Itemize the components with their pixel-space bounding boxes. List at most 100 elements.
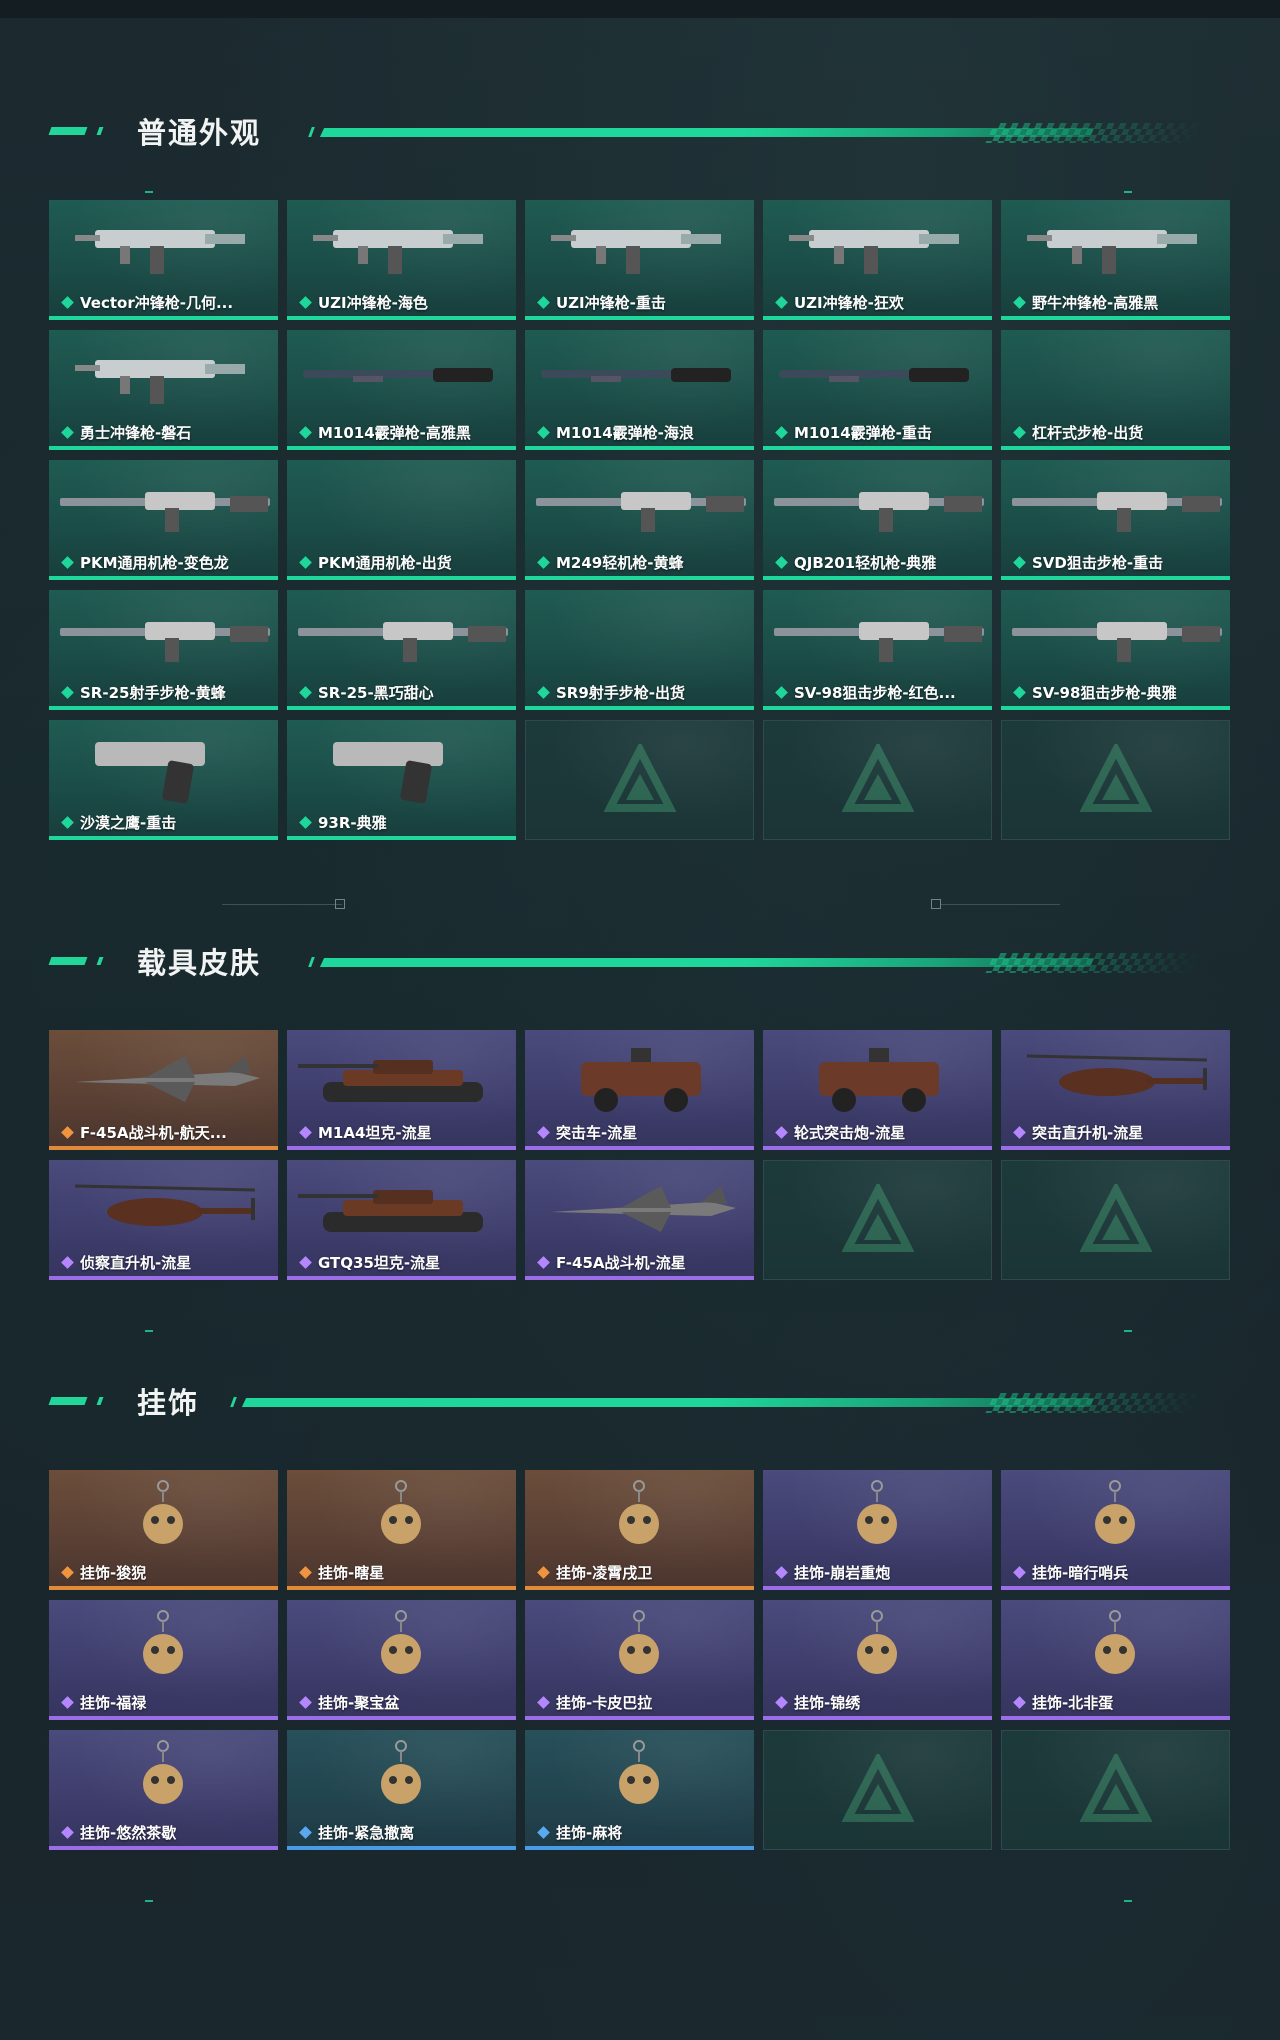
item-card[interactable]: Vector冲锋枪-几何...: [49, 200, 278, 320]
item-card[interactable]: 勇士冲锋枪-磐石: [49, 330, 278, 450]
item-card[interactable]: 突击直升机-流星: [1001, 1030, 1230, 1150]
item-card[interactable]: 挂饰-悠然茶歇: [49, 1730, 278, 1850]
item-name: 轮式突击炮-流星: [794, 1123, 906, 1142]
item-card[interactable]: UZI冲锋枪-重击: [525, 200, 754, 320]
header-accent-bar: [96, 127, 104, 135]
item-label-row: 野牛冲锋枪-高雅黑: [1001, 291, 1230, 313]
item-card[interactable]: 挂饰-福禄: [49, 1600, 278, 1720]
item-card[interactable]: 杠杆式步枪-出货: [1001, 330, 1230, 450]
rarity-diamond-icon: [61, 1125, 74, 1139]
item-name: SV-98狙击步枪-红色...: [794, 683, 956, 702]
header-checker-pattern: [985, 953, 1205, 973]
item-card[interactable]: UZI冲锋枪-海色: [287, 200, 516, 320]
header-tick: [308, 127, 315, 137]
item-card[interactable]: PKM通用机枪-出货: [287, 460, 516, 580]
item-card[interactable]: SR-25-黑巧甜心: [287, 590, 516, 710]
item-card[interactable]: 突击车-流星: [525, 1030, 754, 1150]
item-card[interactable]: 挂饰-卡皮巴拉: [525, 1600, 754, 1720]
item-card[interactable]: PKM通用机枪-变色龙: [49, 460, 278, 580]
fighter-jet-icon: [75, 1056, 260, 1102]
item-card[interactable]: SV-98狙击步枪-典雅: [1001, 590, 1230, 710]
item-card[interactable]: SVD狙击步枪-重击: [1001, 460, 1230, 580]
item-name: 挂饰-聚宝盆: [318, 1693, 400, 1712]
shotgun-icon: [303, 368, 493, 382]
attack-helicopter-icon: [1026, 1054, 1208, 1096]
header-accent-bar: [48, 127, 88, 135]
item-card[interactable]: GTQ35坦克-流星: [287, 1160, 516, 1280]
item-card[interactable]: M1014霰弹枪-海浪: [525, 330, 754, 450]
item-name: 勇士冲锋枪-磐石: [80, 423, 192, 442]
corner-mark: [145, 1330, 153, 1332]
item-card[interactable]: F-45A战斗机-流星: [525, 1160, 754, 1280]
item-card[interactable]: M1014霰弹枪-高雅黑: [287, 330, 516, 450]
item-card[interactable]: SR-25射手步枪-黄蜂: [49, 590, 278, 710]
item-card[interactable]: QJB201轻机枪-典雅: [763, 460, 992, 580]
sniper-icon: [1012, 492, 1222, 532]
rarity-diamond-icon: [299, 685, 312, 699]
item-name: 挂饰-锦绣: [794, 1693, 861, 1712]
item-grid: Vector冲锋枪-几何... UZI冲锋枪-海色 UZI冲锋枪-重击 UZI冲锋枪-…: [49, 200, 1230, 840]
item-card[interactable]: F-45A战斗机-航天...: [49, 1030, 278, 1150]
vector-smg-icon: [75, 230, 245, 274]
brand-emblem-icon: [603, 744, 676, 812]
item-name: 突击直升机-流星: [1032, 1123, 1144, 1142]
item-card[interactable]: 挂饰-聚宝盆: [287, 1600, 516, 1720]
assault-vehicle-icon: [581, 1048, 701, 1112]
item-name: UZI冲锋枪-海色: [318, 293, 428, 312]
header-checker-pattern: [985, 1393, 1205, 1413]
section-header: 载具皮肤: [0, 930, 1280, 990]
item-name: QJB201轻机枪-典雅: [794, 553, 937, 572]
item-card[interactable]: 挂饰-麻将: [525, 1730, 754, 1850]
rarity-diamond-icon: [1013, 1125, 1026, 1139]
charm-icon: [1095, 1480, 1135, 1544]
item-card[interactable]: 野牛冲锋枪-高雅黑: [1001, 200, 1230, 320]
item-card[interactable]: 挂饰-凌霄戌卫: [525, 1470, 754, 1590]
item-label-row: 挂饰-麻将: [525, 1821, 754, 1843]
item-card[interactable]: SR9射手步枪-出货: [525, 590, 754, 710]
item-name: 沙漠之鹰-重击: [80, 813, 177, 832]
item-name: M1A4坦克-流星: [318, 1123, 432, 1142]
item-card[interactable]: 侦察直升机-流星: [49, 1160, 278, 1280]
item-card[interactable]: UZI冲锋枪-狂欢: [763, 200, 992, 320]
item-name: M1014霰弹枪-重击: [794, 423, 932, 442]
empty-slot: [1001, 720, 1230, 840]
brand-emblem-icon: [1079, 744, 1152, 812]
rarity-diamond-icon: [61, 815, 74, 829]
item-label-row: 挂饰-福禄: [49, 1691, 278, 1713]
item-card[interactable]: M1A4坦克-流星: [287, 1030, 516, 1150]
section-header: 普通外观: [0, 100, 1280, 160]
item-label-row: GTQ35坦克-流星: [287, 1251, 516, 1273]
item-card[interactable]: 挂饰-暗行哨兵: [1001, 1470, 1230, 1590]
item-card[interactable]: 轮式突击炮-流星: [763, 1030, 992, 1150]
pistol-icon: [333, 742, 443, 804]
item-card[interactable]: 沙漠之鹰-重击: [49, 720, 278, 840]
item-label-row: SR-25射手步枪-黄蜂: [49, 681, 278, 703]
rarity-diamond-icon: [61, 1825, 74, 1839]
item-label-row: 挂饰-崩岩重炮: [763, 1561, 992, 1583]
item-card[interactable]: M249轻机枪-黄蜂: [525, 460, 754, 580]
item-label-row: M1014霰弹枪-高雅黑: [287, 421, 516, 443]
rarity-diamond-icon: [537, 425, 550, 439]
brand-emblem-icon: [841, 744, 914, 812]
item-name: 挂饰-凌霄戌卫: [556, 1563, 653, 1582]
section-title: 载具皮肤: [137, 946, 262, 980]
item-card[interactable]: SV-98狙击步枪-红色...: [763, 590, 992, 710]
item-label-row: M1014霰弹枪-重击: [763, 421, 992, 443]
butterfly-charm-icon: [857, 1610, 897, 1674]
item-name: 杠杆式步枪-出货: [1032, 423, 1144, 442]
item-card[interactable]: 挂饰-北非蛋: [1001, 1600, 1230, 1720]
top-band: [0, 0, 1280, 18]
item-card[interactable]: 挂饰-瞎星: [287, 1470, 516, 1590]
item-card[interactable]: 93R-典雅: [287, 720, 516, 840]
rarity-diamond-icon: [775, 1125, 788, 1139]
item-card[interactable]: 挂饰-崩岩重炮: [763, 1470, 992, 1590]
rarity-diamond-icon: [775, 685, 788, 699]
item-name: F-45A战斗机-流星: [556, 1253, 686, 1272]
item-card[interactable]: 挂饰-锦绣: [763, 1600, 992, 1720]
item-label-row: SR9射手步枪-出货: [525, 681, 754, 703]
item-card[interactable]: 挂饰-狻猊: [49, 1470, 278, 1590]
rarity-diamond-icon: [537, 1565, 550, 1579]
item-name: SR9射手步枪-出货: [556, 683, 686, 702]
item-card[interactable]: 挂饰-紧急撤离: [287, 1730, 516, 1850]
item-card[interactable]: M1014霰弹枪-重击: [763, 330, 992, 450]
